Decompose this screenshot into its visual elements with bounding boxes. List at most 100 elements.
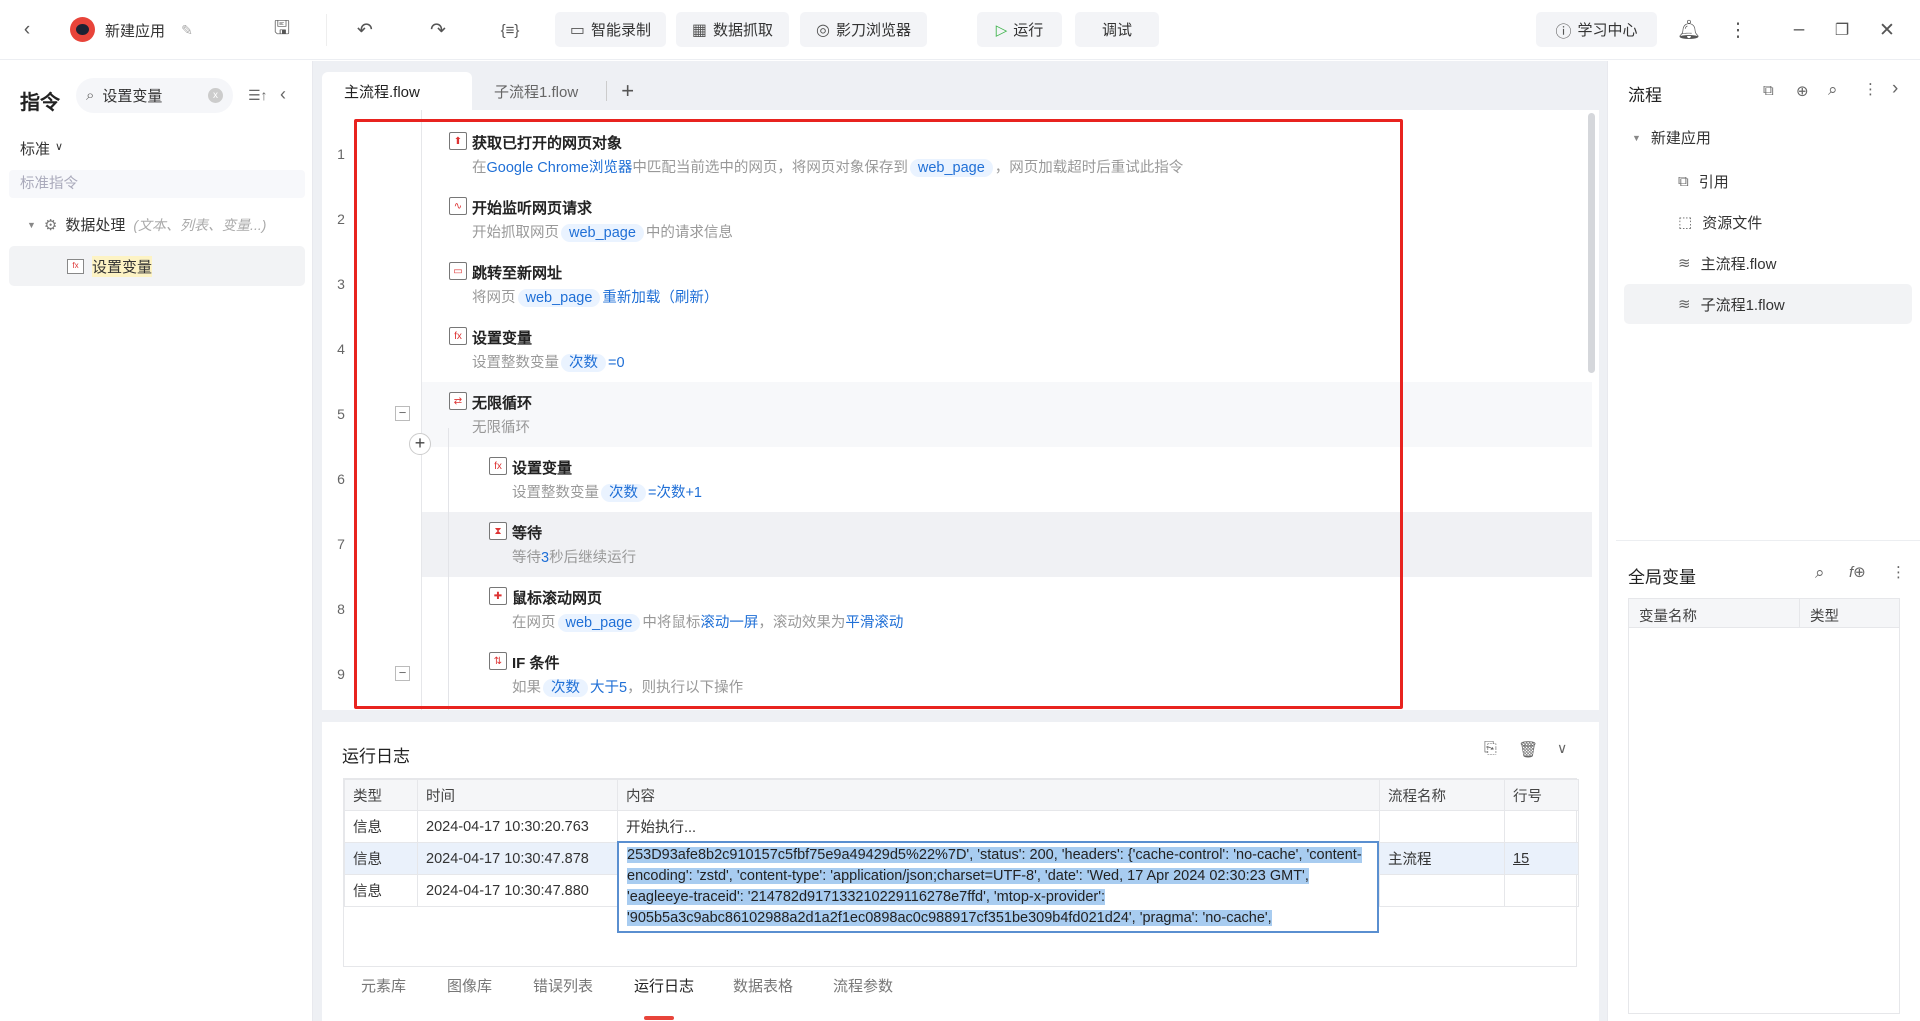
edit-pencil-icon[interactable]: ✎ [174, 17, 200, 43]
param-link[interactable]: 3 [541, 550, 549, 566]
tree-item[interactable]: ≋ 子流程1.flow [1624, 284, 1912, 324]
run-button[interactable]: ▷ 运行 [977, 12, 1062, 47]
command-set-variable[interactable]: fx 设置变量 [9, 246, 305, 286]
col-flow-name[interactable]: 流程名称 [1379, 779, 1505, 811]
save-icon[interactable]: 🖫 [269, 17, 295, 43]
param-link[interactable]: Google Chrome浏览器 [487, 160, 633, 176]
collapse-left-icon[interactable]: ‹ [280, 84, 286, 105]
flow-step[interactable]: ⬆ 获取已打开的网页对象 在Google Chrome浏览器中匹配当前选中的网页，将… [422, 122, 1592, 187]
debug-button[interactable]: 调试 [1075, 12, 1159, 47]
tab-subflow-1[interactable]: 子流程1.flow [472, 72, 600, 110]
webpage-get-icon: ⬆ [449, 132, 467, 150]
add-python-module-icon[interactable]: ⊕ [1796, 82, 1809, 100]
variable-chip[interactable]: 次数 [561, 354, 606, 372]
step-description: 设置整数变量 次数 =0 [472, 351, 625, 372]
more-icon[interactable]: ⋮ [1725, 17, 1751, 43]
param-link[interactable]: 重新加载（刷新） [602, 290, 718, 306]
bottom-tab[interactable]: 错误列表 [514, 975, 615, 996]
flow-step[interactable]: ✚ 鼠标滚动网页 在网页 web_page 中将鼠标滚动一屏，滚动效果为平滑滚动 [422, 577, 1592, 642]
debug-label: 调试 [1101, 22, 1132, 39]
more-icon[interactable]: ⋮ [1863, 80, 1878, 98]
variable-chip[interactable]: web_page [909, 159, 993, 177]
learning-center-button[interactable]: ⓘ 学习中心 [1536, 12, 1657, 47]
bell-icon[interactable]: 🔔︎ [1676, 17, 1702, 43]
variable-chip[interactable]: web_page [517, 289, 601, 307]
data-scrape-button[interactable]: ▦ 数据抓取 [676, 12, 789, 47]
trash-icon[interactable]: 🗑︎ [1518, 740, 1538, 760]
bottom-tab[interactable]: 数据表格 [714, 975, 814, 996]
log-content-editor[interactable]: 253D93afe8b2c910157c5fbf75e9a49429d5%22%… [617, 841, 1379, 933]
col-variable-name[interactable]: 变量名称 [1629, 599, 1800, 627]
col-variable-type[interactable]: 类型 [1800, 599, 1849, 627]
desc-text: 中将鼠标 [642, 615, 701, 631]
flow-step[interactable]: ⇄ 无限循环 无限循环 [422, 382, 1592, 447]
tree-root[interactable]: ▼ 新建应用 [1632, 127, 1711, 148]
flow-scrollbar[interactable] [1588, 113, 1595, 373]
add-step-button[interactable]: + [409, 433, 431, 455]
search-icon[interactable]: ⌕ [1815, 563, 1825, 583]
collapse-chevron-icon[interactable]: ∨ [1557, 740, 1567, 757]
command-search-input[interactable]: ⌕ 设置变量 x [76, 78, 233, 113]
tree-item[interactable]: ≋ 主流程.flow [1624, 243, 1912, 283]
browser-button[interactable]: ◎ 影刀浏览器 [800, 12, 927, 47]
variable-chip[interactable]: 次数 [543, 679, 588, 697]
flow-step[interactable]: ▭ 跳转至新网址 将网页 web_page 重新加载（刷新） [422, 252, 1592, 317]
table-icon: ▦ [691, 21, 708, 39]
add-variable-icon[interactable]: f⊕ [1849, 563, 1866, 581]
col-type[interactable]: 类型 [344, 779, 418, 811]
param-link[interactable]: 大于5 [590, 680, 627, 696]
variable-chip[interactable]: 次数 [601, 484, 646, 502]
tab-main-flow[interactable]: 主流程.flow [322, 72, 472, 110]
tree-item[interactable]: ⧉ 引用 [1624, 161, 1912, 201]
undo-icon[interactable]: ↶ [352, 17, 378, 43]
variables-icon[interactable]: {≡} [497, 17, 523, 43]
flow-step[interactable]: ∿ 开始监听网页请求 开始抓取网页 web_page 中的请求信息 [422, 187, 1592, 252]
fold-toggle[interactable]: − [395, 406, 410, 421]
bottom-tab[interactable]: 元素库 [342, 975, 428, 996]
param-link[interactable]: 平滑滚动 [845, 615, 903, 631]
sort-icon[interactable]: ☰↑ [248, 87, 268, 104]
restore-icon[interactable]: ❐ [1829, 17, 1855, 43]
smart-record-button[interactable]: ▭ 智能录制 [555, 12, 666, 47]
table-row[interactable]: 信息 2024-04-17 10:30:20.763 开始执行... [344, 810, 1579, 843]
col-content[interactable]: 内容 [617, 779, 1380, 811]
bottom-tab[interactable]: 运行日志 [615, 975, 714, 996]
globals-table: 变量名称 类型 [1628, 598, 1900, 1014]
flow-step[interactable]: fx 设置变量 设置整数变量 次数 =0 [422, 317, 1592, 382]
close-icon[interactable]: ✕ [1874, 17, 1900, 43]
search-icon[interactable]: ⌕ [1828, 80, 1838, 100]
clear-icon[interactable]: x [208, 88, 223, 103]
run-log-panel: 运行日志 ⎘ 🗑︎ ∨ 类型 时间 内容 流程名称 行号 信息 2024-04-… [322, 722, 1599, 1021]
add-flow-icon[interactable]: ⧉ [1763, 82, 1774, 99]
flow-step[interactable]: ⇅ IF 条件 如果 次数 大于5，则执行以下操作 [422, 642, 1592, 707]
variable-chip[interactable]: web_page [561, 224, 644, 242]
param-link[interactable]: =0 [608, 355, 625, 371]
param-link[interactable]: 滚动一屏 [700, 615, 758, 631]
fold-toggle[interactable]: − [395, 666, 410, 681]
line-link[interactable]: 15 [1513, 851, 1529, 867]
bottom-tab[interactable]: 流程参数 [814, 975, 900, 996]
col-time[interactable]: 时间 [417, 779, 618, 811]
export-log-icon[interactable]: ⎘ [1484, 740, 1497, 758]
tree-item[interactable]: ⬚ 资源文件 [1624, 202, 1912, 242]
back-icon[interactable]: ‹ [14, 17, 40, 43]
desc-text: 将网页 [472, 290, 516, 306]
search-value: 设置变量 [102, 88, 163, 105]
desc-text: 等待 [512, 550, 541, 566]
flow-step[interactable]: fx 设置变量 设置整数变量 次数 =次数+1 [422, 447, 1592, 512]
flow-step[interactable]: ⧗ 等待 等待3秒后继续运行 [422, 512, 1592, 577]
tree-group-data-processing[interactable]: ▼ ⚙ 数据处理 (文本、列表、变量...) [27, 214, 266, 235]
category-dropdown[interactable]: 标准 ∨ [20, 138, 63, 159]
bottom-tab[interactable]: 图像库 [428, 975, 514, 996]
add-tab-icon[interactable]: + [607, 72, 648, 110]
collapse-right-icon[interactable]: › [1892, 78, 1898, 100]
col-line[interactable]: 行号 [1504, 779, 1579, 811]
more-icon[interactable]: ⋮ [1891, 563, 1906, 581]
cell-type: 信息 [344, 810, 418, 843]
redo-icon[interactable]: ↷ [425, 17, 451, 43]
param-link[interactable]: =次数+1 [648, 485, 702, 501]
variable-chip[interactable]: web_page [557, 614, 641, 632]
minimize-icon[interactable]: – [1786, 17, 1812, 43]
run-label: 运行 [1013, 22, 1044, 39]
line-number: 6 [337, 471, 345, 487]
